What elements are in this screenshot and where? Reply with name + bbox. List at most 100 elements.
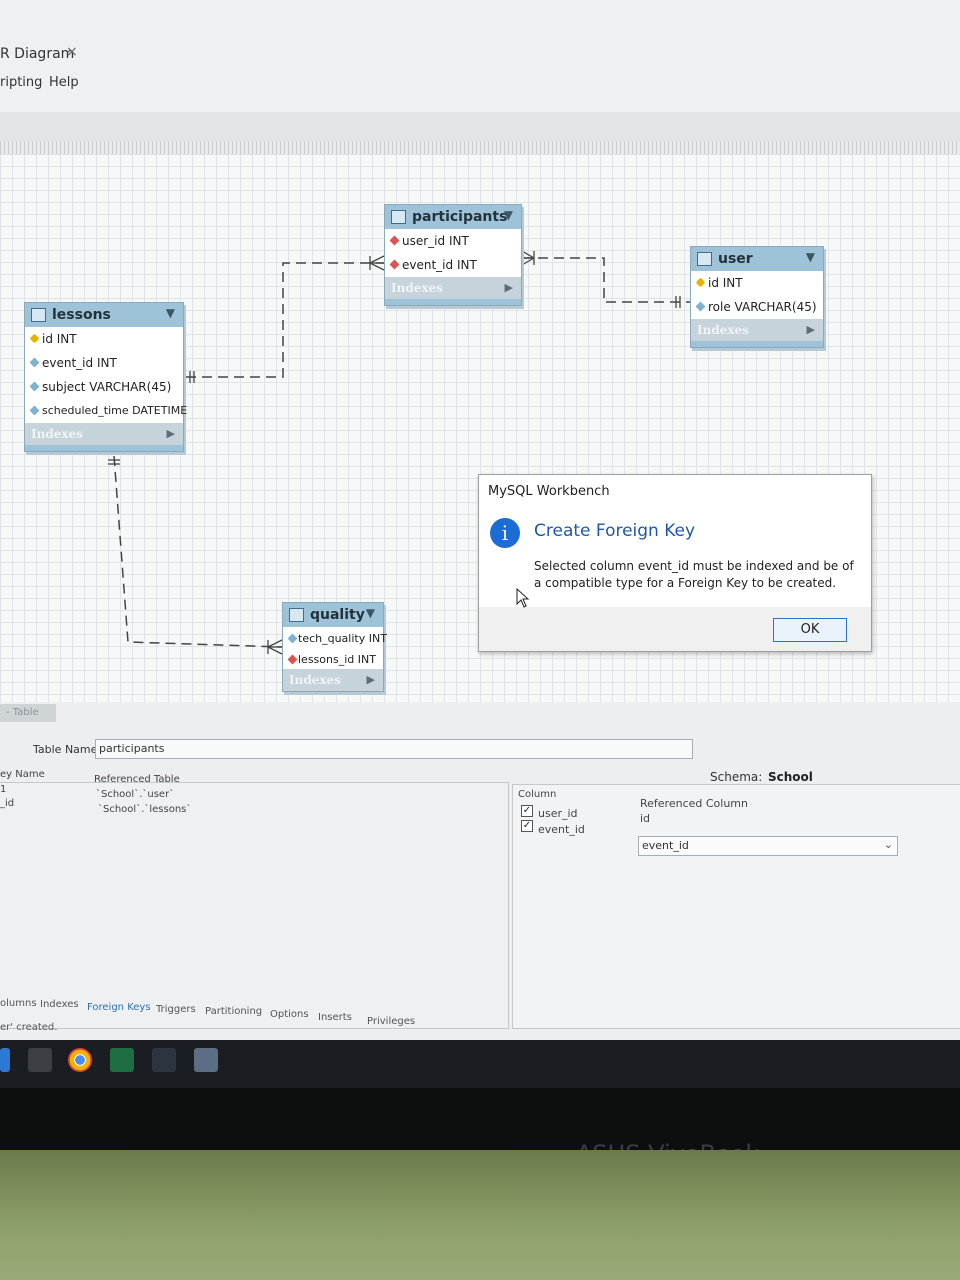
table-participants[interactable]: participants ▼ user_id INT event_id INT … xyxy=(384,204,522,306)
primary-key-icon xyxy=(695,277,706,288)
table-name-label: Table Name: xyxy=(33,743,102,756)
indexes-section[interactable]: Indexes ▶ xyxy=(25,423,183,445)
column-icon xyxy=(287,633,298,644)
column-row[interactable]: scheduled_time DATETIME xyxy=(25,399,187,423)
canvas-ruler xyxy=(0,142,960,154)
column-row[interactable]: lessons_id INT xyxy=(283,648,383,669)
column-row[interactable]: id INT xyxy=(691,271,823,295)
chrome-icon[interactable] xyxy=(68,1048,92,1072)
column-row[interactable]: role VARCHAR(45) xyxy=(691,295,823,319)
table-header: quality ▼ xyxy=(283,603,383,627)
expand-arrow-icon[interactable]: ▶ xyxy=(167,427,175,440)
indexes-section[interactable]: Indexes ▶ xyxy=(283,669,383,691)
tab-er-diagram[interactable]: R Diagram xyxy=(0,46,74,62)
fk-row-key[interactable]: 1 xyxy=(0,784,6,795)
tab-columns[interactable]: olumns xyxy=(0,998,37,1009)
table-footer xyxy=(691,341,823,347)
expand-arrow-icon[interactable]: ▶ xyxy=(505,281,513,294)
table-name: quality xyxy=(310,607,365,623)
column-header: Column xyxy=(518,789,557,800)
diagram-toolbar xyxy=(0,112,960,143)
column-icon xyxy=(695,301,706,312)
column-icon xyxy=(29,357,40,368)
notes-icon[interactable] xyxy=(194,1048,218,1072)
column-row[interactable]: event_id INT xyxy=(25,351,183,375)
indexes-section[interactable]: Indexes ▶ xyxy=(385,277,521,299)
tab-inserts[interactable]: Inserts xyxy=(318,1012,352,1023)
table-editor-panel: - Table Table Name: participants Schema:… xyxy=(0,702,960,1040)
collapse-arrow-icon[interactable]: ▼ xyxy=(166,306,175,320)
column-row[interactable]: tech_quality INT xyxy=(283,627,387,648)
mouse-cursor-icon xyxy=(516,588,530,608)
workbench-icon[interactable] xyxy=(152,1048,176,1072)
close-tab-icon[interactable]: × xyxy=(66,44,78,60)
excel-icon[interactable] xyxy=(110,1048,134,1072)
column-label: role VARCHAR(45) xyxy=(708,300,817,314)
fk-row-key[interactable]: _id xyxy=(0,798,14,809)
indexes-section[interactable]: Indexes ▶ xyxy=(691,319,823,341)
referenced-column-select[interactable]: event_id ⌄ xyxy=(638,836,898,856)
column-label: user_id INT xyxy=(402,234,469,248)
column-row[interactable]: id INT xyxy=(25,327,183,351)
expand-arrow-icon[interactable]: ▶ xyxy=(367,673,375,686)
collapse-arrow-icon[interactable]: ▼ xyxy=(366,606,375,620)
menu-scripting[interactable]: ripting xyxy=(0,75,42,90)
store-icon[interactable] xyxy=(28,1048,52,1072)
table-quality[interactable]: quality ▼ tech_quality INT lessons_id IN… xyxy=(282,602,387,692)
column-checkbox[interactable]: ✓ xyxy=(521,805,533,817)
table-name-input[interactable]: participants xyxy=(95,739,693,759)
ok-button[interactable]: OK xyxy=(773,618,847,642)
fk-row-table[interactable]: `School`.`lessons` xyxy=(98,804,191,815)
tab-foreign-keys[interactable]: Foreign Keys xyxy=(87,1002,151,1013)
menu-bar: ripting Help xyxy=(0,72,960,94)
foreign-keys-list[interactable] xyxy=(0,782,509,1029)
fk-key-name-header: ey Name xyxy=(0,769,45,780)
menu-help[interactable]: Help xyxy=(49,75,79,90)
table-name: participants xyxy=(412,209,508,225)
referenced-column-header: Referenced Column xyxy=(640,797,748,810)
dialog-heading: Create Foreign Key xyxy=(534,521,696,541)
screen: R Diagram × ripting Help participants ▼ … xyxy=(0,0,960,1040)
table-icon xyxy=(289,608,304,622)
table-lessons[interactable]: lessons ▼ id INT event_id INT subject VA… xyxy=(24,302,187,452)
start-icon[interactable] xyxy=(0,1048,10,1072)
referenced-column-value[interactable]: id xyxy=(640,812,650,825)
table-header: participants ▼ xyxy=(385,205,521,229)
foreign-key-icon xyxy=(389,235,400,246)
tab-indexes[interactable]: Indexes xyxy=(40,999,79,1010)
taskbar xyxy=(0,1040,960,1088)
fk-row-table[interactable]: `School`.`user` xyxy=(96,789,174,800)
column-label: scheduled_time DATETIME xyxy=(42,404,188,417)
column-label: lessons_id INT xyxy=(298,653,376,666)
table-user[interactable]: user ▼ id INT role VARCHAR(45) Indexes ▶ xyxy=(690,246,824,348)
tab-triggers[interactable]: Triggers xyxy=(156,1004,196,1015)
column-label: id INT xyxy=(708,276,743,290)
tab-partitioning[interactable]: Partitioning xyxy=(205,1006,262,1017)
fk-columns-grid[interactable] xyxy=(512,784,960,1029)
fk-referenced-table-header: Referenced Table xyxy=(94,774,180,785)
expand-arrow-icon[interactable]: ▶ xyxy=(807,323,815,336)
column-row[interactable]: event_id INT xyxy=(385,253,521,277)
column-checkbox[interactable]: ✓ xyxy=(521,820,533,832)
column-row[interactable]: user_id INT xyxy=(385,229,521,253)
table-icon xyxy=(391,210,406,224)
schema-label: Schema: xyxy=(710,770,763,784)
primary-key-icon xyxy=(29,333,40,344)
chevron-down-icon[interactable]: ⌄ xyxy=(884,838,893,851)
schema-value: School xyxy=(768,770,813,784)
desk-surface xyxy=(0,1150,960,1280)
laptop-bezel xyxy=(0,1088,960,1150)
foreign-key-icon xyxy=(287,654,298,665)
foreign-key-icon xyxy=(389,259,400,270)
dialog-message: Selected column event_id must be indexed… xyxy=(534,559,854,590)
table-footer xyxy=(25,445,183,451)
collapse-arrow-icon[interactable]: ▼ xyxy=(504,208,513,222)
collapse-arrow-icon[interactable]: ▼ xyxy=(806,250,815,264)
info-icon: i xyxy=(490,518,520,548)
table-name: lessons xyxy=(52,307,111,323)
column-row[interactable]: subject VARCHAR(45) xyxy=(25,375,183,399)
tab-privileges[interactable]: Privileges xyxy=(367,1016,415,1027)
tab-options[interactable]: Options xyxy=(270,1009,309,1020)
table-icon xyxy=(31,308,46,322)
editor-tab[interactable]: - Table xyxy=(0,704,56,722)
